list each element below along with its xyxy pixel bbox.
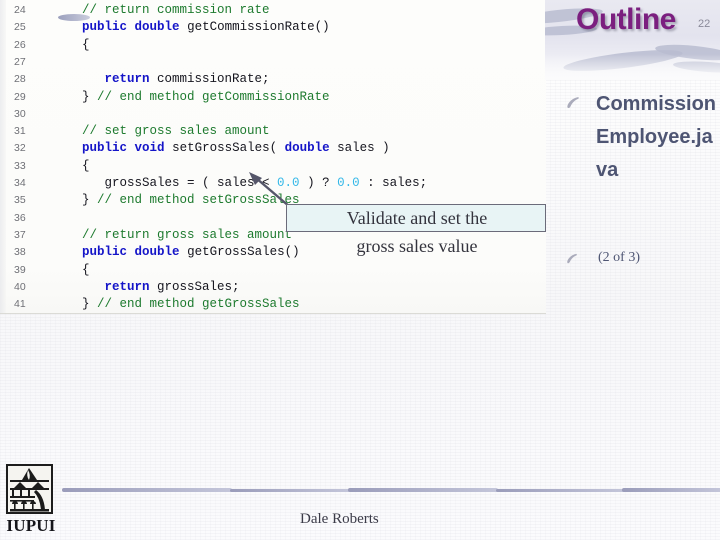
- code-line-number: 27: [14, 55, 26, 68]
- slide-canvas: 24 // return commission rate 25 public do…: [0, 0, 720, 540]
- code-line: 27: [0, 54, 546, 71]
- code-line-number: 32: [14, 142, 26, 155]
- code-line-number: 39: [14, 263, 26, 276]
- swoosh-bullet-icon: [566, 96, 580, 109]
- code-line-number: 25: [14, 21, 26, 34]
- code-line-source: {: [52, 37, 90, 52]
- code-line-source: // return gross sales amount: [82, 227, 293, 242]
- code-line-number: 38: [14, 246, 26, 259]
- banner-fade: [545, 54, 720, 80]
- code-line-source: {: [52, 262, 90, 277]
- code-line: 31 // set gross sales amount: [0, 123, 546, 140]
- outline-item-commissionemployee: CommissionEmployee.java: [566, 88, 718, 187]
- code-line-number: 26: [14, 38, 26, 51]
- code-line-source: } // end method getCommissionRate: [52, 89, 330, 104]
- code-line-number: 35: [14, 194, 26, 207]
- code-listing-panel: 24 // return commission rate 25 public do…: [0, 0, 546, 313]
- code-line: 40 return grossSales;: [0, 279, 546, 296]
- code-line-source: public double getGrossSales(): [82, 245, 300, 260]
- code-line: 28 return commissionRate;: [0, 71, 546, 88]
- code-line-source: return commissionRate;: [104, 72, 270, 87]
- page-title: Outline: [576, 3, 676, 36]
- code-line-number: 36: [14, 211, 26, 224]
- callout-line-1: Validate and set the: [346, 208, 488, 228]
- code-line-number: 34: [14, 177, 26, 189]
- outline-item-part-indicator: (2 of 3): [566, 249, 718, 267]
- outline-item-label: CommissionEmployee.java: [596, 93, 717, 181]
- iupui-logo-image: [6, 464, 53, 514]
- code-line-source: return grossSales;: [104, 279, 240, 294]
- code-line-number: 28: [14, 73, 26, 86]
- outline-item-label: (2 of 3): [598, 250, 640, 265]
- code-line-number: 24: [14, 4, 26, 16]
- code-line-number: 29: [14, 90, 26, 103]
- code-line-source: {: [52, 158, 90, 173]
- logo-swoosh-accent: [58, 14, 90, 21]
- slide-number: 22: [698, 18, 711, 30]
- callout-line-2: gross sales value: [356, 236, 478, 256]
- swoosh-bullet-icon: [566, 253, 580, 266]
- code-line-number: 31: [14, 125, 26, 138]
- iupui-logo-text: IUPUI: [6, 516, 56, 535]
- code-line: 41 } // end method getGrossSales: [0, 296, 546, 313]
- code-line: 30: [0, 106, 546, 123]
- code-line-source: public double getCommissionRate(): [82, 20, 330, 35]
- code-line: 32 public void setGrossSales( double sal…: [0, 140, 546, 157]
- code-line-source: public void setGrossSales( double sales …: [82, 141, 390, 156]
- code-line: 29 } // end method getCommissionRate: [0, 89, 546, 106]
- author-name: Dale Roberts: [300, 511, 379, 527]
- code-line-number: 30: [14, 107, 26, 120]
- code-line-number: 33: [14, 159, 26, 172]
- footer-divider: [62, 487, 720, 493]
- code-line-source: // set gross sales amount: [82, 124, 270, 139]
- code-line: 26 {: [0, 37, 546, 54]
- code-line: 39 {: [0, 262, 546, 279]
- outline-list: CommissionEmployee.java (2 of 3): [566, 88, 718, 277]
- code-line-number: 37: [14, 228, 26, 241]
- iupui-logo: IUPUI: [3, 464, 59, 538]
- code-line-number: 41: [14, 298, 26, 311]
- code-line-number: 40: [14, 280, 26, 293]
- code-line-source: } // end method getGrossSales: [52, 297, 300, 312]
- code-line: 25 public double getCommissionRate(): [0, 19, 546, 36]
